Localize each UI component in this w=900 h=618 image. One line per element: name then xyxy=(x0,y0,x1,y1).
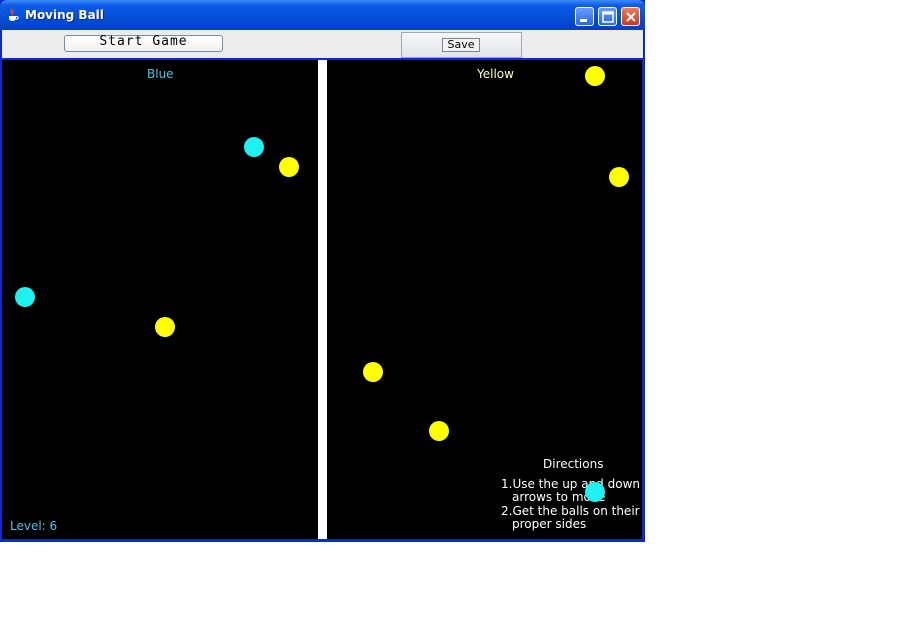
blue-ball xyxy=(244,137,264,157)
save-button[interactable]: Save xyxy=(401,32,522,58)
yellow-ball xyxy=(155,317,175,337)
save-button-focus: Save xyxy=(442,38,480,52)
start-game-label: Start Game xyxy=(99,34,188,49)
close-icon xyxy=(626,12,636,22)
directions-title: Directions xyxy=(543,457,604,471)
level-indicator: Level: 6 xyxy=(10,519,58,533)
start-game-button[interactable]: Start Game xyxy=(64,34,223,52)
center-divider xyxy=(318,60,327,539)
yellow-ball xyxy=(609,167,629,187)
maximize-button[interactable] xyxy=(598,7,617,26)
java-cup-icon xyxy=(9,8,19,21)
toolbar: Start Game Save xyxy=(2,30,643,58)
maximize-icon xyxy=(602,11,614,23)
title-bar[interactable]: Moving Ball xyxy=(0,0,645,30)
game-window: Moving Ball Start Game Save Blue Yellow xyxy=(0,0,645,542)
minimize-icon xyxy=(580,19,587,22)
game-canvas[interactable]: Blue Yellow Directions 1.Use the up and … xyxy=(2,60,642,539)
save-label: Save xyxy=(447,38,475,51)
yellow-ball xyxy=(363,362,383,382)
blue-ball xyxy=(15,287,35,307)
blue-side-label: Blue xyxy=(147,67,174,81)
yellow-ball xyxy=(585,66,605,86)
window-title: Moving Ball xyxy=(25,8,104,22)
minimize-button[interactable] xyxy=(575,7,594,26)
yellow-side-label: Yellow xyxy=(477,67,514,81)
directions-line-2b: proper sides xyxy=(512,517,587,531)
blue-ball xyxy=(585,482,605,502)
close-button[interactable] xyxy=(621,7,640,26)
yellow-ball xyxy=(429,421,449,441)
yellow-ball xyxy=(279,157,299,177)
